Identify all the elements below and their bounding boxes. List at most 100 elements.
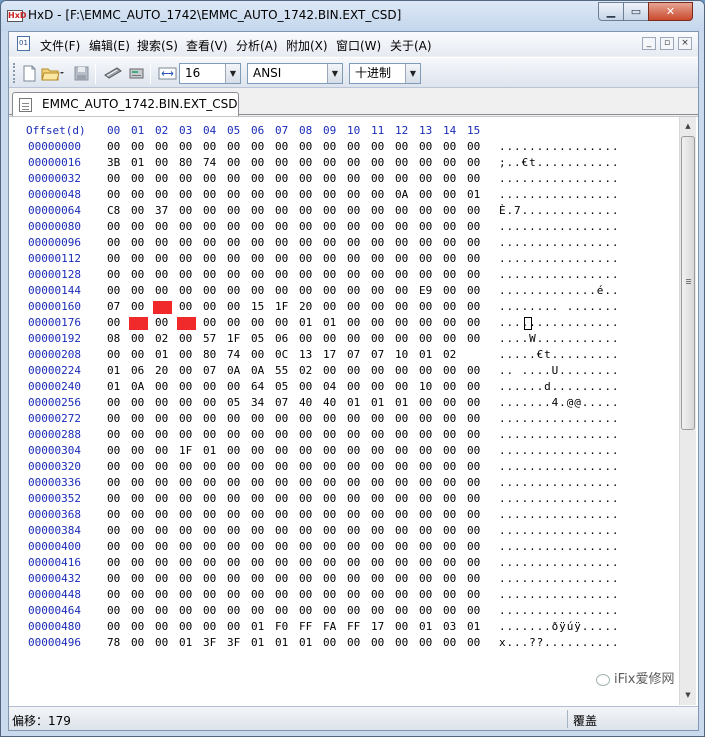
ascii-text[interactable]: ....W........... [499, 332, 619, 345]
hex-byte[interactable]: 00 [131, 444, 150, 457]
ascii-text[interactable]: ................ [499, 428, 619, 441]
hex-byte[interactable]: 00 [155, 268, 174, 281]
hex-byte[interactable]: 00 [107, 604, 126, 617]
hex-byte[interactable]: 00 [155, 140, 174, 153]
hex-byte[interactable]: 00 [419, 556, 438, 569]
hex-byte[interactable]: 00 [179, 268, 198, 281]
hex-byte[interactable]: 00 [251, 188, 270, 201]
mdi-close-button[interactable]: × [678, 37, 692, 50]
hex-byte[interactable]: 00 [299, 588, 318, 601]
hex-byte[interactable]: 00 [395, 540, 414, 553]
hex-byte[interactable]: 00 [467, 252, 486, 265]
hex-byte[interactable]: 01 [347, 396, 366, 409]
hex-byte[interactable]: 00 [251, 428, 270, 441]
hex-byte[interactable]: 00 [443, 316, 462, 329]
hex-byte[interactable]: 00 [179, 236, 198, 249]
hex-byte[interactable]: 00 [227, 508, 246, 521]
hex-byte[interactable]: 00 [131, 396, 150, 409]
hex-byte[interactable]: 00 [275, 284, 294, 297]
hex-byte[interactable]: 00 [275, 572, 294, 585]
hex-byte[interactable]: 00 [251, 540, 270, 553]
hex-byte[interactable]: 00 [203, 396, 222, 409]
hex-byte[interactable]: 00 [299, 236, 318, 249]
hex-byte[interactable]: 00 [443, 220, 462, 233]
hex-byte[interactable]: 00 [347, 204, 366, 217]
hex-byte[interactable]: 00 [251, 476, 270, 489]
hex-byte[interactable]: 00 [275, 268, 294, 281]
hex-byte[interactable]: 00 [443, 636, 462, 649]
hex-byte[interactable]: 00 [131, 252, 150, 265]
hex-byte[interactable]: 00 [179, 332, 198, 345]
hex-byte[interactable]: 00 [227, 300, 246, 313]
hex-byte[interactable]: 02 [443, 348, 462, 361]
hex-byte[interactable]: 01 [323, 316, 342, 329]
hex-byte[interactable]: 00 [275, 172, 294, 185]
hex-byte[interactable]: 00 [395, 236, 414, 249]
hex-byte[interactable]: 00 [443, 604, 462, 617]
hex-byte[interactable]: 00 [347, 268, 366, 281]
hex-byte[interactable]: 00 [155, 588, 174, 601]
hex-byte[interactable]: 00 [371, 188, 390, 201]
hex-byte[interactable]: 00 [323, 572, 342, 585]
menu-item[interactable]: 窗口(W) [336, 37, 381, 54]
hex-byte[interactable]: 00 [395, 156, 414, 169]
hex-byte[interactable]: 00 [155, 492, 174, 505]
menu-item[interactable]: 关于(A) [390, 37, 432, 54]
hex-byte[interactable]: 00 [227, 316, 246, 329]
hex-byte[interactable]: 00 [467, 140, 486, 153]
hex-byte[interactable]: 00 [323, 556, 342, 569]
hex-byte[interactable]: 00 [371, 524, 390, 537]
hex-byte[interactable]: 00 [107, 284, 126, 297]
hex-byte[interactable]: 00 [251, 492, 270, 505]
hex-byte[interactable]: 00 [467, 316, 486, 329]
hex-byte[interactable]: 00 [443, 268, 462, 281]
hex-byte[interactable]: 00 [371, 140, 390, 153]
chevron-down-icon[interactable]: ▼ [405, 64, 420, 83]
hex-byte[interactable]: 00 [467, 300, 486, 313]
hex-byte[interactable]: 00 [155, 380, 174, 393]
hex-byte[interactable]: 74 [203, 156, 222, 169]
hex-byte[interactable]: 00 [323, 364, 342, 377]
hex-byte[interactable]: 00 [467, 492, 486, 505]
hex-byte[interactable]: 00 [179, 588, 198, 601]
hex-byte[interactable]: 00 [227, 572, 246, 585]
hex-byte[interactable]: 02 [299, 364, 318, 377]
hex-byte[interactable]: 00 [251, 524, 270, 537]
new-file-icon[interactable] [21, 65, 38, 82]
hex-byte[interactable]: 07 [203, 364, 222, 377]
hex-byte[interactable]: 00 [443, 396, 462, 409]
hex-byte[interactable]: 00 [131, 236, 150, 249]
hex-byte[interactable]: 00 [467, 204, 486, 217]
hex-byte[interactable]: 00 [275, 460, 294, 473]
document-icon[interactable]: 01 [17, 36, 30, 51]
hex-byte[interactable]: 00 [227, 556, 246, 569]
hex-byte[interactable]: 00 [443, 444, 462, 457]
hex-byte[interactable]: FF [299, 620, 318, 633]
hex-byte[interactable]: 00 [179, 204, 198, 217]
hex-byte[interactable]: 00 [299, 556, 318, 569]
hex-byte[interactable]: 00 [347, 636, 366, 649]
hex-byte[interactable]: 07 [347, 348, 366, 361]
hex-byte[interactable]: 00 [347, 444, 366, 457]
hex-byte[interactable]: 00 [131, 604, 150, 617]
hex-byte[interactable]: 00 [155, 428, 174, 441]
hex-byte[interactable]: 00 [179, 412, 198, 425]
chevron-down-icon[interactable]: ▼ [327, 64, 342, 83]
hex-byte[interactable]: 00 [203, 380, 222, 393]
hex-byte[interactable]: 00 [443, 460, 462, 473]
hex-byte[interactable]: 00 [419, 540, 438, 553]
hex-byte[interactable]: 00 [131, 140, 150, 153]
ascii-text[interactable]: ................ [499, 268, 619, 281]
hex-byte[interactable]: 00 [371, 252, 390, 265]
hex-byte[interactable]: 00 [299, 156, 318, 169]
hex-byte[interactable]: 00 [275, 492, 294, 505]
hex-byte[interactable]: 01 [419, 620, 438, 633]
hex-byte[interactable]: 00 [251, 204, 270, 217]
hex-byte[interactable]: 00 [467, 636, 486, 649]
hex-byte[interactable]: 0A [395, 188, 414, 201]
hex-byte[interactable]: 00 [227, 236, 246, 249]
hex-byte[interactable]: 00 [155, 284, 174, 297]
ascii-text[interactable]: ........ ....... [499, 300, 619, 313]
hex-byte[interactable]: FF [347, 620, 366, 633]
hex-byte[interactable]: 00 [203, 476, 222, 489]
